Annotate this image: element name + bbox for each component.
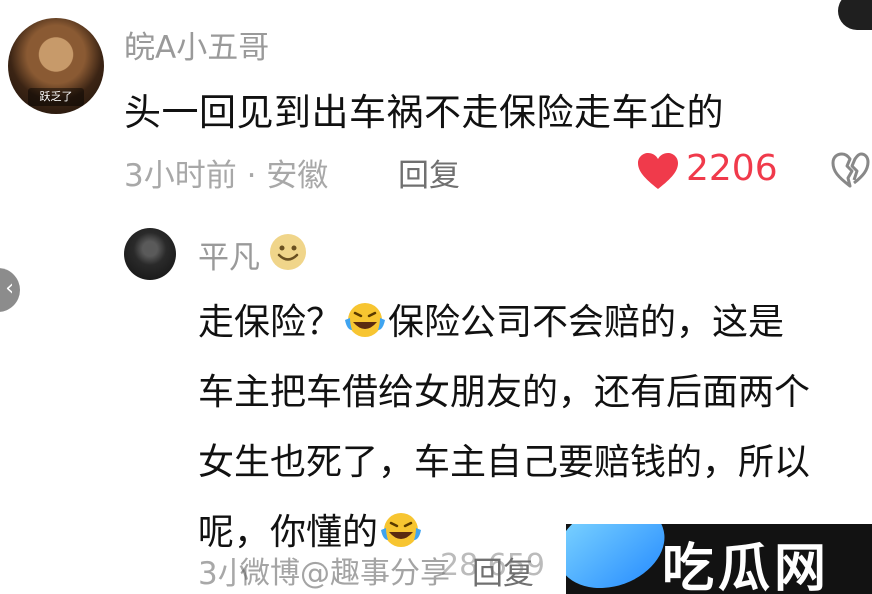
commenter-username[interactable]: 皖A小五哥	[124, 22, 269, 67]
logo-swoosh	[566, 524, 677, 594]
watermark-text: 微博@趣事分享	[240, 556, 450, 591]
site-logo: 吃瓜网	[566, 524, 872, 594]
reply-button[interactable]: 回复	[472, 548, 534, 593]
broken-heart-icon[interactable]	[830, 150, 870, 190]
like-count: 2206	[686, 148, 778, 189]
replier-avatar[interactable]	[124, 228, 176, 280]
top-right-corner-shape	[838, 0, 872, 30]
replier-username[interactable]: 平凡	[198, 232, 260, 277]
laugh-cry-emoji-icon	[345, 303, 386, 337]
smile-emoji-icon	[270, 234, 306, 270]
commenter-avatar[interactable]: 跃乏了	[8, 18, 104, 114]
comment-meta: 3小时前 · 安徽	[124, 158, 329, 194]
avatar-caption: 跃乏了	[28, 88, 84, 106]
reply-line: 车主把车借给女朋友的，还有后面两个	[198, 372, 811, 413]
heart-icon[interactable]	[636, 151, 680, 191]
reply-button[interactable]: 回复	[398, 150, 460, 195]
reply-line: 女生也死了，车主自己要赔钱的，所以	[198, 442, 811, 483]
logo-text: 吃瓜网	[662, 539, 831, 594]
laugh-cry-emoji-icon	[381, 513, 422, 547]
chevron-left-icon[interactable]: ‹	[0, 268, 20, 312]
comment-text: 头一回见到出车祸不走保险走车企的	[124, 91, 724, 134]
reply-line: 走保险？ 保险公司不会赔的，这是	[198, 302, 785, 343]
